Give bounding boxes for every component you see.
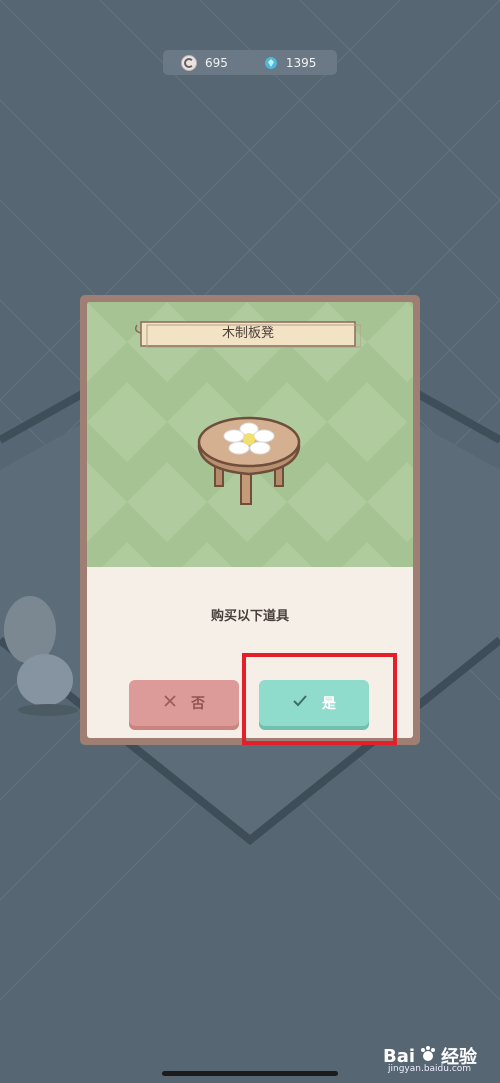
item-preview: 木制板凳 (87, 302, 413, 567)
coin-counter: 695 (181, 54, 228, 71)
wooden-stool-icon (197, 416, 301, 505)
watermark-url: jingyan.baidu.com (388, 1064, 472, 1074)
gem-count: 1395 (285, 55, 317, 70)
close-icon (163, 694, 177, 712)
currency-bar: 695 1395 (163, 50, 337, 75)
no-label: 否 (191, 696, 205, 712)
no-button[interactable]: 否 (129, 680, 239, 726)
gem-icon (264, 56, 278, 70)
coin-count: 695 (205, 55, 228, 70)
home-indicator[interactable] (162, 1071, 338, 1076)
purchase-prompt: 购买以下道具 (210, 609, 289, 624)
gem-counter: 1395 (264, 55, 317, 70)
highlight-box (242, 653, 397, 745)
item-name: 木制板凳 (221, 326, 274, 341)
coin-icon (181, 54, 197, 71)
